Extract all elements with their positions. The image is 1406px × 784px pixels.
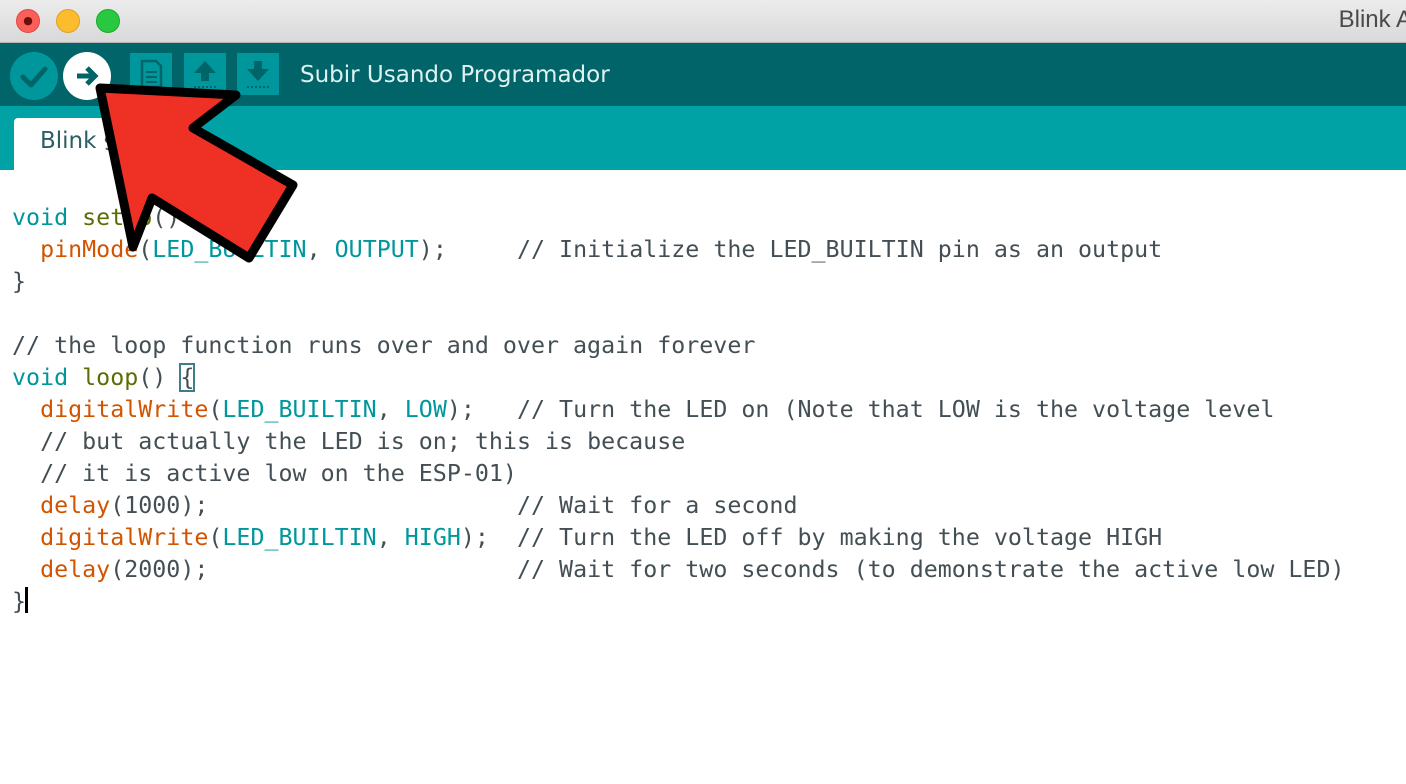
code-line: // but actually the LED is on; this is b…: [40, 428, 686, 455]
code-line: digitalWrite(LED_BUILTIN, LOW); // Turn …: [40, 396, 1275, 423]
open-sketch-button[interactable]: [184, 53, 226, 95]
arrow-up-icon: [194, 61, 216, 88]
code-text[interactable]: void setup() { pinMode(LED_BUILTIN, OUTP…: [12, 202, 1345, 618]
tab-name: Blink: [40, 128, 97, 154]
window-title-bar: ● Blink A: [0, 0, 1406, 43]
maximize-window-button[interactable]: [96, 9, 120, 33]
window-title: Blink A: [1338, 6, 1406, 33]
code-line: // it is active low on the ESP-01): [40, 460, 517, 487]
new-file-icon: [140, 59, 163, 89]
toolbar-status-label: Subir Usando Programador: [300, 62, 610, 88]
tab-blink[interactable]: Blink §: [14, 118, 184, 170]
code-line: delay(1000); // Wait for a second: [40, 492, 798, 519]
new-sketch-button[interactable]: [130, 53, 172, 95]
code-line: // the loop function runs over and over …: [12, 332, 756, 359]
checkmark-icon: [20, 66, 48, 88]
code-editor[interactable]: void setup() { pinMode(LED_BUILTIN, OUTP…: [0, 170, 1406, 784]
close-window-button[interactable]: ●: [16, 9, 40, 33]
text-caret: [25, 587, 29, 613]
code-line: void setup() {: [12, 204, 209, 231]
arrow-down-icon: [247, 61, 269, 88]
close-icon: ●: [23, 14, 33, 27]
code-line: }: [12, 587, 29, 615]
code-line: delay(2000); // Wait for two seconds (to…: [40, 556, 1345, 583]
toolbar: Subir Usando Programador: [0, 43, 1406, 106]
minimize-window-button[interactable]: [56, 9, 80, 33]
code-line: digitalWrite(LED_BUILTIN, HIGH); // Turn…: [40, 524, 1163, 551]
upload-button[interactable]: [63, 52, 111, 100]
tab-modified-marker: §: [103, 128, 116, 154]
tab-strip: Blink §: [0, 106, 1406, 170]
tab-label: Blink §: [40, 128, 115, 154]
save-sketch-button[interactable]: [237, 53, 279, 95]
code-line: }: [12, 268, 27, 295]
code-line: pinMode(LED_BUILTIN, OUTPUT); // Initial…: [40, 236, 1163, 263]
arrow-right-icon: [77, 66, 99, 86]
code-line: void loop() {: [12, 363, 196, 392]
verify-button[interactable]: [10, 52, 58, 100]
